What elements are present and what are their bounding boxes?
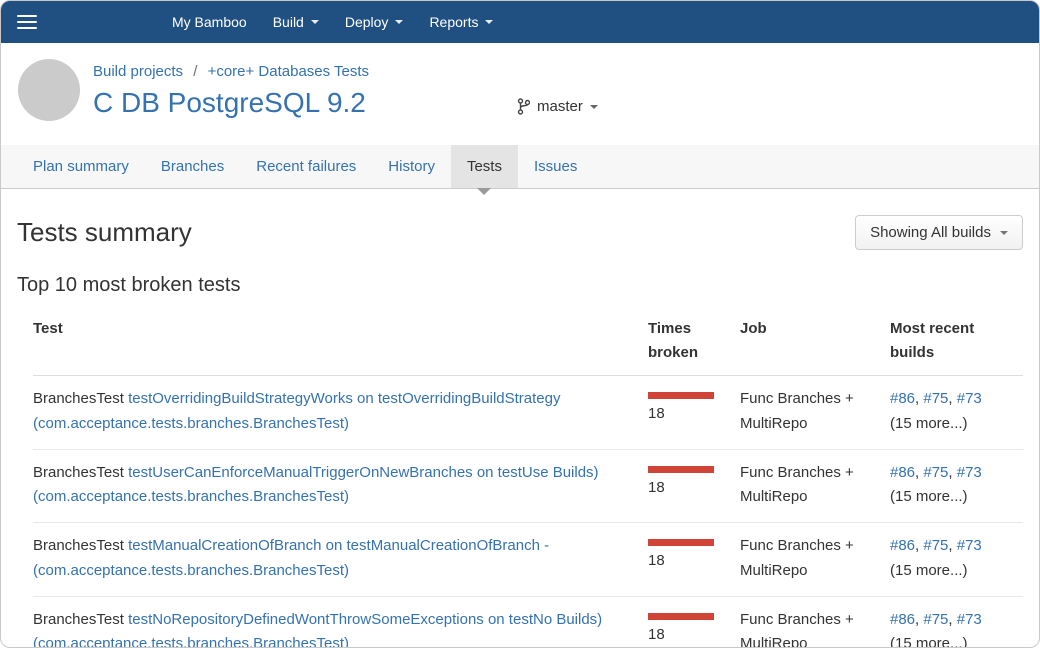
job-name: Func Branches + MultiRepo: [740, 464, 854, 506]
nav-items: My Bamboo Build Deploy Reports: [159, 1, 506, 43]
nav-my-bamboo[interactable]: My Bamboo: [159, 1, 260, 43]
column-header-job: Job: [740, 309, 890, 376]
nav-deploy-label: Deploy: [345, 14, 389, 30]
table-row: BranchesTest testUserCanEnforceManualTri…: [33, 449, 1023, 523]
tab-recent-failures[interactable]: Recent failures: [240, 145, 372, 188]
chevron-down-icon: [395, 20, 403, 24]
build-filter-label: Showing All builds: [870, 224, 991, 241]
build-link[interactable]: #75: [923, 390, 948, 407]
branch-name: master: [537, 98, 583, 115]
test-class-prefix: BranchesTest: [33, 390, 124, 407]
tests-summary-panel: Tests summary Showing All builds Top 10 …: [1, 215, 1039, 648]
more-builds-text: (15 more...): [890, 632, 1013, 648]
column-header-most-recent-builds: Most recent builds: [890, 309, 1023, 376]
build-link[interactable]: #86: [890, 390, 915, 407]
breadcrumb: Build projects / +core+ Databases Tests: [93, 63, 369, 80]
times-broken-value: 18: [648, 552, 665, 569]
build-link[interactable]: #73: [957, 464, 982, 481]
tab-issues[interactable]: Issues: [518, 145, 593, 188]
breadcrumb-link-plan-group[interactable]: +core+ Databases Tests: [208, 63, 369, 80]
build-link[interactable]: #75: [923, 611, 948, 628]
tests-table-body: BranchesTest testOverridingBuildStrategy…: [33, 376, 1023, 648]
build-link[interactable]: #75: [923, 464, 948, 481]
times-broken-bar: [648, 392, 714, 399]
plan-header: Build projects / +core+ Databases Tests …: [1, 43, 1039, 145]
bamboo-app: My Bamboo Build Deploy Reports Build pro…: [0, 0, 1040, 648]
nav-deploy[interactable]: Deploy: [332, 1, 417, 43]
hamburger-menu-icon[interactable]: [17, 15, 37, 29]
nav-build[interactable]: Build: [260, 1, 332, 43]
broken-tests-table: Test Times broken Job Most recent builds…: [33, 309, 1023, 648]
chevron-down-icon: [485, 20, 493, 24]
build-filter-button[interactable]: Showing All builds: [855, 215, 1023, 250]
nav-reports[interactable]: Reports: [416, 1, 506, 43]
recent-builds: #86, #75, #73: [890, 611, 982, 628]
recent-builds: #86, #75, #73: [890, 464, 982, 481]
test-class-prefix: BranchesTest: [33, 611, 124, 628]
plan-tabs: Plan summary Branches Recent failures Hi…: [1, 145, 1039, 189]
tab-plan-summary[interactable]: Plan summary: [17, 145, 145, 188]
table-row: BranchesTest testNoRepositoryDefinedWont…: [33, 596, 1023, 648]
more-builds-text: (15 more...): [890, 485, 1013, 510]
build-link[interactable]: #86: [890, 464, 915, 481]
tab-branches[interactable]: Branches: [145, 145, 240, 188]
job-name: Func Branches + MultiRepo: [740, 611, 854, 648]
nav-my-bamboo-label: My Bamboo: [172, 14, 247, 30]
page-title: C DB PostgreSQL 9.2: [93, 87, 369, 119]
top-navbar: My Bamboo Build Deploy Reports: [1, 1, 1039, 43]
times-broken-bar: [648, 539, 714, 546]
table-row: BranchesTest testManualCreationOfBranch …: [33, 523, 1023, 597]
recent-builds: #86, #75, #73: [890, 390, 982, 407]
build-link[interactable]: #86: [890, 537, 915, 554]
times-broken-bar: [648, 613, 714, 620]
build-link[interactable]: #73: [957, 537, 982, 554]
times-broken-bar: [648, 466, 714, 473]
column-header-times-broken: Times broken: [648, 309, 740, 376]
test-class-prefix: BranchesTest: [33, 537, 124, 554]
tests-summary-heading: Tests summary: [17, 217, 192, 248]
job-name: Func Branches + MultiRepo: [740, 537, 854, 579]
build-link[interactable]: #73: [957, 611, 982, 628]
nav-build-label: Build: [273, 14, 304, 30]
job-name: Func Branches + MultiRepo: [740, 390, 854, 432]
plan-avatar: [18, 59, 80, 121]
times-broken-value: 18: [648, 405, 665, 422]
more-builds-text: (15 more...): [890, 559, 1013, 584]
branch-selector[interactable]: master: [517, 98, 598, 115]
plan-info: Build projects / +core+ Databases Tests …: [93, 59, 369, 121]
times-broken-value: 18: [648, 626, 665, 643]
tab-tests[interactable]: Tests: [451, 145, 518, 188]
test-class-prefix: BranchesTest: [33, 464, 124, 481]
table-header-row: Test Times broken Job Most recent builds: [33, 309, 1023, 376]
breadcrumb-separator: /: [193, 63, 197, 80]
git-branch-icon: [517, 98, 530, 115]
build-link[interactable]: #86: [890, 611, 915, 628]
times-broken-value: 18: [648, 479, 665, 496]
table-row: BranchesTest testOverridingBuildStrategy…: [33, 376, 1023, 450]
column-header-test: Test: [33, 309, 648, 376]
more-builds-text: (15 more...): [890, 412, 1013, 437]
recent-builds: #86, #75, #73: [890, 537, 982, 554]
nav-reports-label: Reports: [429, 14, 478, 30]
build-link[interactable]: #73: [957, 390, 982, 407]
chevron-down-icon: [590, 105, 598, 109]
top-broken-tests-heading: Top 10 most broken tests: [17, 274, 1023, 297]
chevron-down-icon: [1000, 231, 1008, 235]
build-link[interactable]: #75: [923, 537, 948, 554]
breadcrumb-link-build-projects[interactable]: Build projects: [93, 63, 183, 80]
tab-history[interactable]: History: [372, 145, 451, 188]
chevron-down-icon: [311, 20, 319, 24]
